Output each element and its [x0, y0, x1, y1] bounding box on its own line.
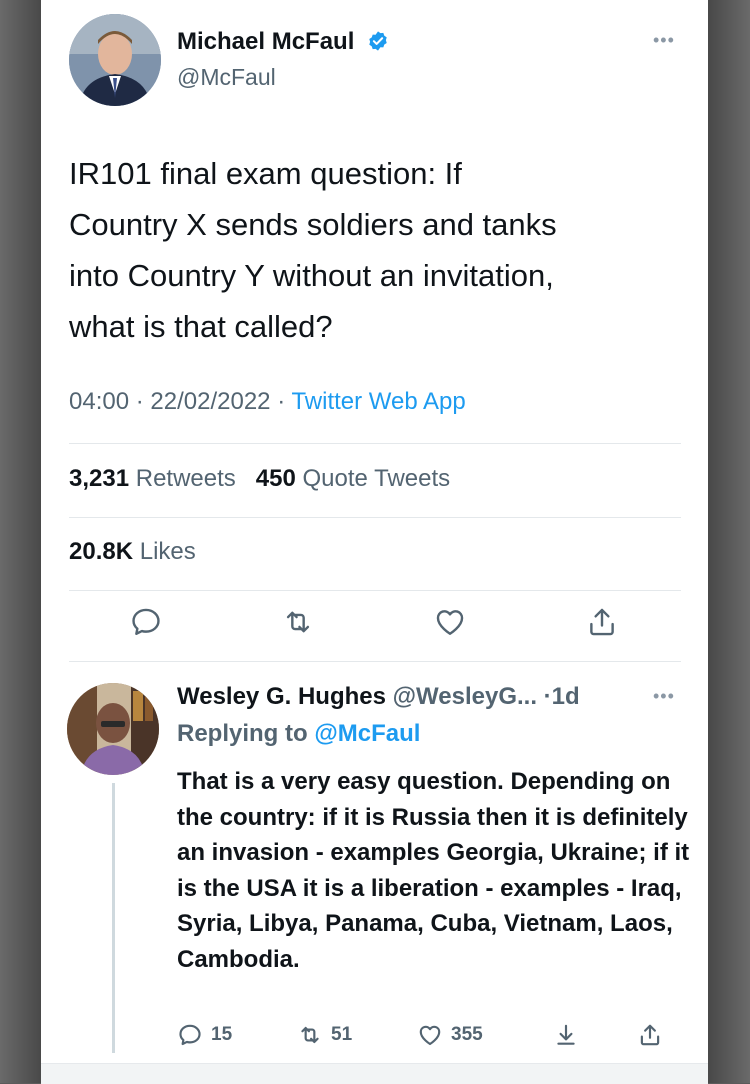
tweet-meta: 04:00 · 22/02/2022 · Twitter Web App: [69, 388, 466, 416]
reply-retweets-count: 51: [331, 1024, 353, 1045]
tweet-time[interactable]: 04:00: [69, 388, 129, 415]
retweet-icon[interactable]: [281, 605, 315, 639]
reply-replies-count: 15: [211, 1024, 233, 1045]
tweet-action-bar: [41, 605, 708, 649]
reply-share-button[interactable]: [637, 1020, 663, 1050]
retweets-label: Retweets: [135, 465, 236, 492]
reply-author-handle[interactable]: @WesleyG...: [393, 683, 537, 710]
quote-tweets-stat[interactable]: 450 Quote Tweets: [256, 465, 450, 492]
author-avatar-image: [69, 14, 161, 106]
tweet-card: Michael McFaul @McFaul ••• IR101 final e…: [41, 0, 708, 1084]
reply-text: That is a very easy question. Depending …: [177, 768, 690, 973]
reply-author-line: Wesley G. Hughes @WesleyG... ·1d: [177, 683, 580, 711]
quote-label: Quote Tweets: [302, 465, 451, 492]
author-name-text: Michael McFaul: [177, 28, 355, 55]
heart-icon: [419, 1025, 441, 1046]
retweet-icon: [301, 1026, 319, 1044]
likes-label: Likes: [139, 538, 196, 565]
divider: [69, 443, 681, 444]
reply-reply-button[interactable]: 15: [177, 1020, 232, 1050]
verified-badge-icon: [367, 30, 389, 59]
replying-to-mention[interactable]: @McFaul: [314, 720, 420, 747]
author-handle[interactable]: @McFaul: [177, 64, 276, 91]
divider: [69, 590, 681, 591]
author-avatar[interactable]: [69, 14, 161, 106]
thread-line: [112, 783, 115, 1053]
reply-author-name[interactable]: Wesley G. Hughes: [177, 683, 386, 710]
meta-separator: ·: [277, 388, 292, 415]
retweets-count: 3,231: [69, 465, 130, 492]
bottom-bar: [41, 1063, 708, 1084]
reply-author-avatar[interactable]: [67, 683, 159, 775]
quote-count: 450: [255, 465, 296, 492]
meta-separator: ·: [135, 388, 151, 415]
tweet-source[interactable]: Twitter Web App: [291, 388, 465, 415]
retweet-stats: 3,231 Retweets 450 Quote Tweets: [69, 465, 450, 493]
retweets-stat[interactable]: 3,231 Retweets: [69, 465, 236, 492]
reply-icon[interactable]: [129, 605, 163, 639]
heart-icon[interactable]: [433, 605, 467, 639]
reply-download-button[interactable]: [553, 1020, 579, 1050]
reply-icon: [179, 1024, 201, 1046]
divider: [69, 661, 681, 662]
more-icon[interactable]: •••: [653, 686, 675, 707]
tweet-date[interactable]: 22/02/2022: [150, 388, 270, 415]
author-name[interactable]: Michael McFaul: [177, 28, 389, 59]
replying-to-label: Replying to: [177, 720, 308, 747]
divider: [69, 517, 681, 518]
reply-age-separator: ·: [543, 683, 552, 710]
tweet-text: IR101 final exam question: If Country X …: [69, 156, 557, 344]
more-icon[interactable]: •••: [653, 30, 675, 51]
share-icon: [640, 1024, 660, 1046]
reply-age: 1d: [551, 683, 580, 710]
download-icon: [557, 1024, 575, 1045]
replying-to: Replying to @McFaul: [177, 720, 420, 748]
likes-count: 20.8K: [69, 538, 134, 565]
share-icon[interactable]: [585, 605, 619, 639]
reply-action-bar: 15 51 355: [41, 1020, 708, 1054]
likes-stats[interactable]: 20.8K Likes: [69, 538, 196, 566]
reply-retweet-button[interactable]: 51: [297, 1020, 352, 1050]
reply-like-button[interactable]: 355: [417, 1020, 483, 1050]
reply-avatar-image: [67, 683, 159, 775]
reply-likes-count: 355: [451, 1024, 483, 1045]
